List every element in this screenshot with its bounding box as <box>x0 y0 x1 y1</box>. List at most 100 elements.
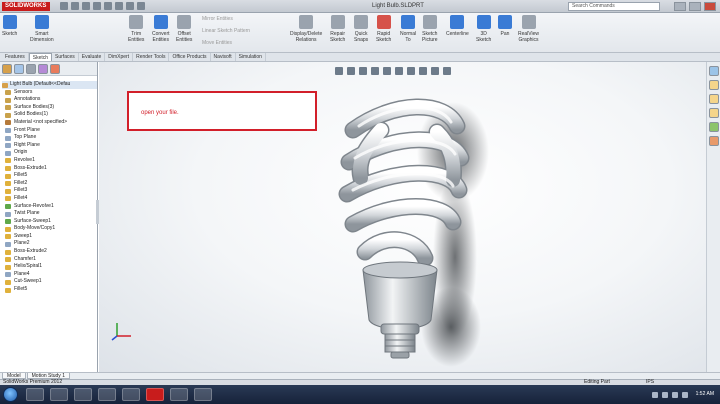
design-library-icon[interactable] <box>708 80 719 90</box>
chrome-task-icon[interactable] <box>98 388 116 401</box>
display-manager-icon[interactable] <box>50 64 60 74</box>
clock[interactable]: 1:52 AM <box>696 391 714 397</box>
custom-properties-icon[interactable] <box>708 136 719 146</box>
hide-show-icon[interactable] <box>407 67 415 75</box>
tree-item[interactable]: Annotations <box>2 96 97 104</box>
tree-item[interactable]: Origin <box>2 149 97 157</box>
ribbon-button-2[interactable]: Trim Entities <box>128 15 144 43</box>
file-explorer-icon[interactable] <box>708 94 719 104</box>
tree-item[interactable]: Top Plane <box>2 134 97 142</box>
view-orientation-icon[interactable] <box>383 67 391 75</box>
folder-task-icon[interactable] <box>194 388 212 401</box>
tree-item[interactable]: Material <not specified> <box>2 119 97 127</box>
display-style-icon[interactable] <box>395 67 403 75</box>
tree-item[interactable]: Sensors <box>2 89 97 97</box>
app-task-icon[interactable] <box>122 388 140 401</box>
close-button[interactable] <box>704 2 716 11</box>
rebuild-icon[interactable] <box>126 2 134 10</box>
tree-item[interactable]: Plane2 <box>2 240 97 248</box>
tab-sketch[interactable]: Sketch <box>28 53 53 61</box>
save-icon[interactable] <box>82 2 90 10</box>
new-icon[interactable] <box>60 2 68 10</box>
light-bulb-model[interactable] <box>325 82 505 372</box>
section-view-icon[interactable] <box>371 67 379 75</box>
tree-item[interactable]: Boss-Extrude2 <box>2 248 97 256</box>
tree-item[interactable]: Solid Bodies(1) <box>2 111 97 119</box>
tab-simulation[interactable]: Simulation <box>236 53 266 61</box>
mirror-entities-button[interactable]: Mirror Entities <box>202 16 233 22</box>
tree-item[interactable]: Plane4 <box>2 271 97 279</box>
ribbon-button-3[interactable]: Convert Entities <box>152 15 170 43</box>
ribbon-button-5[interactable]: Display/Delete Relations <box>290 15 322 43</box>
network-icon[interactable] <box>662 392 668 398</box>
view-palette-icon[interactable] <box>708 108 719 118</box>
explorer-task-icon[interactable] <box>26 388 44 401</box>
tree-item[interactable]: Helix/Spiral1 <box>2 263 97 271</box>
select-icon[interactable] <box>115 2 123 10</box>
tree-item[interactable]: Fillet3 <box>2 187 97 195</box>
maximize-button[interactable] <box>689 2 701 11</box>
ribbon-button-8[interactable]: Rapid Sketch <box>376 15 391 43</box>
minimize-button[interactable] <box>674 2 686 11</box>
tree-item[interactable]: Front Plane <box>2 127 97 135</box>
ribbon-button-9[interactable]: Normal To <box>400 15 416 43</box>
tray-icon[interactable] <box>652 392 658 398</box>
move-entities-button[interactable]: Move Entities <box>202 40 232 46</box>
solidworks-task-icon[interactable] <box>146 388 164 401</box>
ribbon-button-6[interactable]: Repair Sketch <box>330 15 345 43</box>
ribbon-button-4[interactable]: Offset Entities <box>176 15 192 43</box>
tree-item[interactable]: Body-Move/Copy1 <box>2 225 97 233</box>
tree-item[interactable]: Surface Bodies(3) <box>2 104 97 112</box>
tab-render-tools[interactable]: Render Tools <box>133 53 170 61</box>
ribbon-button-7[interactable]: Quick Snaps <box>354 15 368 43</box>
tab-office-products[interactable]: Office Products <box>169 53 211 61</box>
graphics-area[interactable]: open your file. <box>99 62 706 372</box>
app-logo[interactable]: SOLIDWORKS <box>2 2 50 11</box>
tree-item[interactable]: Surface-Revolve1 <box>2 203 97 211</box>
print-icon[interactable] <box>93 2 101 10</box>
tree-item[interactable]: Chamfer1 <box>2 256 97 264</box>
start-button[interactable] <box>3 387 18 402</box>
dimxpert-icon[interactable] <box>38 64 48 74</box>
paint-task-icon[interactable] <box>170 388 188 401</box>
tree-item[interactable]: Boss-Extrude1 <box>2 165 97 173</box>
property-manager-icon[interactable] <box>14 64 24 74</box>
undo-icon[interactable] <box>104 2 112 10</box>
tree-item[interactable]: Sweep1 <box>2 233 97 241</box>
zoom-area-icon[interactable] <box>347 67 355 75</box>
tree-item[interactable]: Twist Plane <box>2 210 97 218</box>
ribbon-button-0[interactable]: Sketch <box>2 15 17 37</box>
linear-pattern-button[interactable]: Linear Sketch Pattern <box>202 28 250 34</box>
ribbon-button-12[interactable]: 3D Sketch <box>476 15 491 43</box>
tree-item[interactable]: Fillet4 <box>2 195 97 203</box>
tree-item[interactable]: Fillet5 <box>2 172 97 180</box>
home-icon[interactable] <box>708 66 719 76</box>
tree-item[interactable]: Surface-Sweep1 <box>2 218 97 226</box>
media-task-icon[interactable] <box>50 388 68 401</box>
apply-scene-icon[interactable] <box>431 67 439 75</box>
tree-item[interactable]: Right Plane <box>2 142 97 150</box>
flag-icon[interactable] <box>682 392 688 398</box>
tab-evaluate[interactable]: Evaluate <box>79 53 106 61</box>
tab-navisoft[interactable]: Navisoft <box>211 53 236 61</box>
tree-item[interactable]: Fillet2 <box>2 180 97 188</box>
tree-item[interactable]: Cut-Sweep1 <box>2 278 97 286</box>
ribbon-button-1[interactable]: Smart Dimension <box>30 15 54 43</box>
appearances-icon[interactable] <box>708 122 719 132</box>
tab-surfaces[interactable]: Surfaces <box>52 53 79 61</box>
ribbon-button-10[interactable]: Sketch Picture <box>422 15 438 43</box>
ribbon-button-13[interactable]: Pan <box>498 15 512 37</box>
open-icon[interactable] <box>71 2 79 10</box>
options-icon[interactable] <box>137 2 145 10</box>
tab-dimxpert[interactable]: DimXpert <box>105 53 134 61</box>
tab-features[interactable]: Features <box>2 53 29 61</box>
search-commands-input[interactable]: Search Commands <box>568 2 660 11</box>
browser-task-icon[interactable] <box>74 388 92 401</box>
zoom-fit-icon[interactable] <box>335 67 343 75</box>
view-settings-icon[interactable] <box>443 67 451 75</box>
tree-item[interactable]: Fillet5 <box>2 286 97 294</box>
feature-tree-icon[interactable] <box>2 64 12 74</box>
ribbon-button-11[interactable]: Centerline <box>446 15 469 37</box>
volume-icon[interactable] <box>672 392 678 398</box>
tree-root[interactable]: Light Bulb (Default<<Defau <box>2 81 97 89</box>
